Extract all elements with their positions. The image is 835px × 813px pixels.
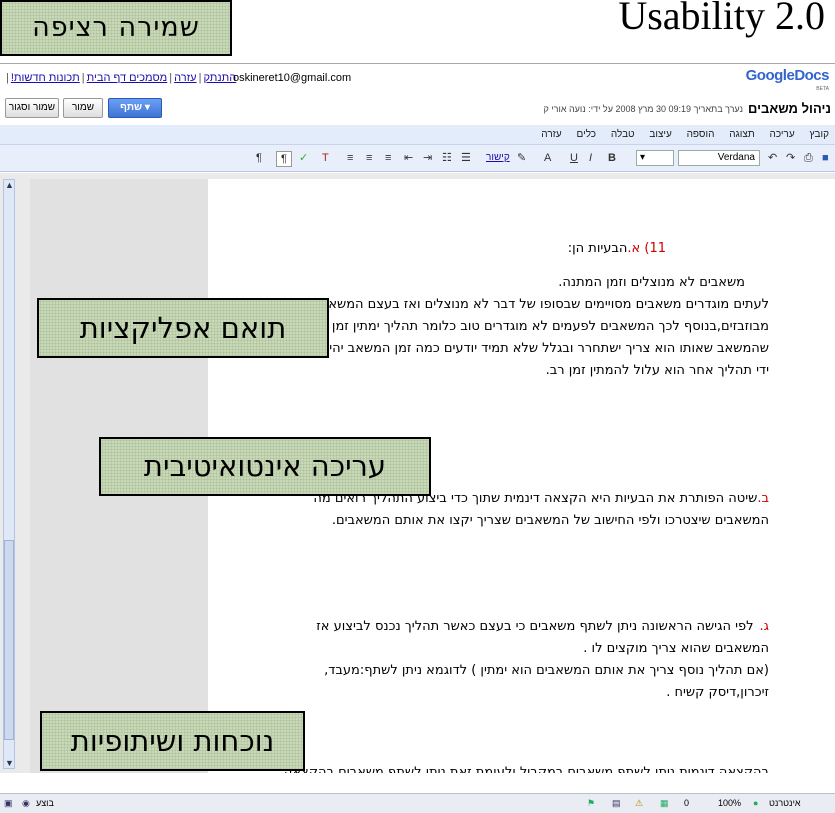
font-select[interactable]: Verdana <box>678 150 760 166</box>
scroll-thumb[interactable] <box>4 540 14 740</box>
callout-intuitive-editing: עריכה אינטואיטיבית <box>99 437 431 496</box>
callout-continuous-save: שמירה רציפה <box>0 0 232 56</box>
paragraph-1-number: 11) א. <box>627 241 666 256</box>
done-icon: ◉ <box>22 798 30 808</box>
link-button[interactable]: קישור <box>486 151 510 165</box>
internet-zone: אינטרנט <box>769 798 801 808</box>
paragraph-1-line: מבוזבזים,בנוסף לכך המשאבים לפעמים לא מוג… <box>293 319 769 334</box>
slide-title: Usability 2.0 <box>618 0 825 38</box>
menu-bar: קובץ עריכה תצוגה הוספה עיצוב טבלה כלים ע… <box>0 125 835 145</box>
rtl-icon[interactable]: ¶ <box>276 151 292 167</box>
sign-out-link[interactable]: התנתק <box>203 72 236 84</box>
beta-label: BETA <box>816 86 829 92</box>
docs-home-link[interactable]: מסמכים דף הבית <box>87 72 168 84</box>
popup-icon: ⚠ <box>635 798 644 808</box>
zoom-level[interactable]: 100% <box>718 798 741 808</box>
menu-edit[interactable]: עריכה <box>770 125 795 145</box>
internet-zone-icon: ● <box>753 798 759 808</box>
paragraph-3-line: המשאבים שהוא צריך מוקצים לו . <box>583 641 769 656</box>
undo-icon[interactable]: ↶ <box>768 151 777 165</box>
print-icon[interactable]: ⎙ <box>804 151 813 165</box>
save-and-close-button[interactable]: שמור וסגור <box>5 98 59 118</box>
paragraph-2-line: המשאבים שיצטרכו ולפי החישוב של המשאבים ש… <box>331 513 769 528</box>
status-done: בוצע <box>36 798 54 808</box>
paragraph-1-line: שהמשאב שאותו הוא צריך ישתחרר ובגלל שלא ת… <box>268 341 769 356</box>
paragraph-3-line: זיכרון,דיסק קשיח . <box>666 685 769 700</box>
redo-icon[interactable]: ↷ <box>786 151 795 165</box>
status-bar: ▣ ◉ בוצע ⚑ ▤ ⚠ ▦ 0 100% ● אינטרנט <box>0 793 835 813</box>
page-icon: ▣ <box>4 798 13 808</box>
font-size-select[interactable]: ▾ <box>636 150 674 166</box>
spellcheck-icon[interactable]: ✓ <box>299 151 308 165</box>
blocked-icon: ▦ <box>660 798 669 808</box>
menu-format[interactable]: עיצוב <box>649 125 671 145</box>
align-center-icon[interactable]: ≡ <box>366 151 372 165</box>
menu-file[interactable]: קובץ <box>809 125 829 145</box>
logo-google: Google <box>745 67 795 84</box>
vertical-scrollbar[interactable]: ▲ ▼ <box>3 179 15 769</box>
addon-icon: ▤ <box>612 798 621 808</box>
callout-presence-sharing: נוכחות ושיתופיות <box>40 711 305 771</box>
document-title[interactable]: ניהול משאבים <box>748 101 831 116</box>
scroll-down-icon[interactable]: ▼ <box>5 758 14 768</box>
document-bar: שמור וסגור שמור שתף ▾ ניהול משאבים נערך … <box>0 94 835 120</box>
paragraph-4-line: בהקצאה דינמית ניתן לשתף משאבים במקביל ול… <box>283 765 769 773</box>
paragraph-1-line: ידי תהליך אחר הוא עלול להמתין זמן רב. <box>545 363 769 378</box>
logo-docs: Docs <box>794 67 829 84</box>
user-email: oskineret10@gmail.com <box>233 72 352 84</box>
text-color-button[interactable]: A <box>544 151 551 165</box>
blocked-count: 0 <box>684 798 690 808</box>
highlight-icon[interactable]: ✎ <box>517 151 526 165</box>
paragraph-2-number: ב. <box>757 491 769 506</box>
italic-button[interactable]: I <box>589 151 592 165</box>
outdent-icon[interactable]: ⇤ <box>404 151 413 165</box>
align-right-icon[interactable]: ≡ <box>385 151 391 165</box>
save-icon[interactable]: ■ <box>822 151 829 165</box>
menu-insert[interactable]: הוספה <box>687 125 715 145</box>
paragraph-1-heading: 11) א.הבעיות הן: <box>568 238 666 260</box>
underline-button[interactable]: U <box>570 151 578 165</box>
indent-icon[interactable]: ⇥ <box>423 151 432 165</box>
google-docs-logo: GoogleDocs <box>745 67 830 84</box>
bold-button[interactable]: B <box>608 151 616 165</box>
callout-app-compatible: תואם אפליקציות <box>37 298 329 358</box>
ltr-icon[interactable]: ¶ <box>256 151 262 165</box>
align-left-icon[interactable]: ≡ <box>347 151 353 165</box>
menu-view[interactable]: תצוגה <box>729 125 755 145</box>
top-bar: התנתק|עזרה|מסמכים דף הבית|תכונות חדשות!|… <box>0 64 835 92</box>
paragraph-1-title: הבעיות הן: <box>567 241 628 256</box>
menu-table[interactable]: טבלה <box>611 125 635 145</box>
scroll-up-icon[interactable]: ▲ <box>5 180 14 190</box>
paragraph-3-text: לפי הגישה הראשונה ניתן לשתף משאבים כי בע… <box>316 619 754 634</box>
clear-format-icon[interactable]: T <box>322 151 329 165</box>
formatting-toolbar: ■ ⎙ ↷ ↶ Verdana ▾ B I U A ✎ קישור ☰ ☷ ⇥ … <box>0 145 835 172</box>
paragraph-3-number: ג. <box>759 619 770 634</box>
bullet-list-icon[interactable]: ☰ <box>461 151 471 165</box>
paragraph-1-line: לעתים מוגדרים משאבים מסויימים שבסופו של … <box>309 297 769 312</box>
help-link[interactable]: עזרה <box>174 72 196 84</box>
menu-help[interactable]: עזרה <box>541 125 561 145</box>
save-button[interactable]: שמור <box>63 98 103 118</box>
new-features-link[interactable]: תכונות חדשות! <box>11 72 80 84</box>
numbered-list-icon[interactable]: ☷ <box>442 151 452 165</box>
edit-info: נערך בתאריך 09:19 30 מרץ 2008 על ידי: נו… <box>543 104 743 114</box>
account-links: התנתק|עזרה|מסמכים דף הבית|תכונות חדשות!| <box>6 72 237 84</box>
paragraph-3-line: (אם תהליך נוסף צריך את אותם המשאבים הוא … <box>324 663 769 678</box>
security-icon: ⚑ <box>587 798 596 808</box>
paragraph-1-line: משאבים לא מנוצלים וזמן המתנה. <box>558 275 745 290</box>
paragraph-3-line: ג. לפי הגישה הראשונה ניתן לשתף משאבים כי … <box>316 616 769 638</box>
share-button[interactable]: שתף ▾ <box>108 98 162 118</box>
menu-tools[interactable]: כלים <box>577 125 597 145</box>
